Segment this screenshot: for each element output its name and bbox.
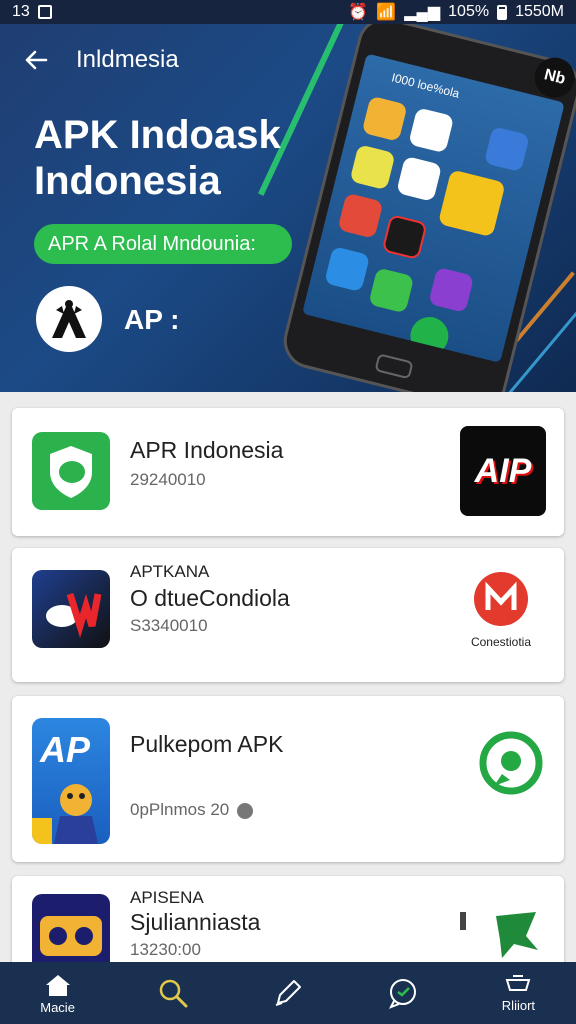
app-card[interactable]: APTKANA O dtueCondiola S3340010 Conestio… [12, 548, 564, 682]
back-arrow-icon [25, 50, 48, 70]
app-developer: APISENA [130, 888, 204, 907]
hero-banner: Inldmesia APK Indoask Indonesia APR A Ro… [0, 24, 576, 392]
alarm-icon: ⏰ [348, 4, 369, 21]
nav-edit[interactable] [230, 962, 345, 1024]
search-icon [159, 979, 188, 1008]
hero-cta-button[interactable]: APR A Rolal Mndounia: [34, 224, 292, 264]
logo-icon [52, 300, 86, 338]
svg-text:AP: AP [39, 729, 91, 770]
page-title: Inldmesia [76, 46, 179, 73]
nav-label: Rliiort [501, 997, 536, 1013]
signal-icon: ▂▄▆ [404, 4, 441, 21]
brand-badge: Conestiotia [456, 570, 546, 649]
brand-logo [36, 286, 102, 352]
app-card[interactable]: AP Pulkepom APK 0pPlnmos 20 [12, 696, 564, 862]
nav-report[interactable]: Rliiort [461, 962, 576, 1024]
app-tile-icon [408, 107, 455, 154]
nav-chat[interactable] [346, 962, 461, 1024]
back-button[interactable] [22, 46, 54, 78]
app-tile-icon [396, 155, 443, 202]
app-name: Pulkepom APK [130, 731, 284, 757]
app-tile-icon [483, 126, 530, 173]
brand-badge: AIP [460, 426, 546, 516]
nav-search[interactable] [115, 962, 230, 1024]
chat-icon [389, 979, 417, 1009]
app-meta: 29240010 [130, 470, 206, 489]
robot-icon [40, 916, 102, 956]
app-tile-icon [349, 144, 396, 191]
brand-text: AIP [474, 451, 532, 490]
brand-logo-icon [474, 572, 528, 626]
app-developer: APTKANA [130, 562, 210, 581]
m-logo-icon [46, 592, 102, 638]
app-tile-icon [381, 214, 428, 261]
app-card[interactable]: APR Indonesia 29240010 AIP [12, 408, 564, 536]
nav-label: Macie [40, 999, 75, 1015]
app-icon [32, 432, 110, 510]
app-tile-icon [368, 267, 415, 314]
phone-screen-text: I000 loe%ola [390, 70, 461, 101]
app-meta-text: 0pPlnmos 20 [130, 800, 230, 819]
app-card[interactable]: APISENA Sjulianniasta 13230:00 [12, 876, 564, 976]
nav-home[interactable]: Macie [0, 962, 115, 1024]
app-icon [32, 570, 110, 648]
brand-logo-icon [460, 912, 538, 958]
hero-title: APK Indoask Indonesia [34, 113, 281, 203]
chat-shield-icon [50, 446, 92, 498]
bottom-nav: Macie Rliiort [0, 962, 576, 1024]
mascot-icon: AP [32, 729, 98, 844]
status-bar: 13 ⏰ 📶 ▂▄▆ 105% 1550M [0, 0, 576, 24]
app-meta: 13230:00 [130, 940, 201, 959]
app-tile-icon [324, 246, 371, 293]
phone-illustration: I000 loe%ola Nb [277, 24, 576, 392]
app-name: APR Indonesia [130, 437, 284, 463]
info-icon [236, 802, 253, 819]
app-tile-icon [361, 95, 408, 142]
app-name: O dtueCondiola [130, 585, 290, 611]
hero-logo-label: AP : [124, 304, 180, 335]
status-time-left: 13 [12, 3, 30, 20]
app-tile-icon [437, 169, 506, 238]
pen-icon [275, 980, 301, 1006]
app-meta: S3340010 [130, 616, 208, 635]
app-meta: 0pPlnmos 20 [130, 800, 253, 820]
status-time-right: 1550M [515, 3, 564, 20]
app-name: Sjulianniasta [130, 909, 261, 935]
app-icon [32, 894, 110, 972]
brand-badge [476, 728, 546, 798]
app-tile-icon [337, 192, 384, 239]
app-tile-icon [428, 266, 475, 313]
cart-icon [506, 974, 531, 991]
notification-icon [37, 5, 52, 19]
app-icon: AP [32, 718, 110, 844]
home-icon [45, 974, 70, 996]
brand-text: Conestiotia [470, 635, 532, 649]
brand-badge [456, 906, 546, 966]
brand-logo-icon [479, 731, 543, 795]
battery-icon [497, 4, 508, 20]
battery-percent: 105% [448, 3, 490, 20]
wifi-icon: 📶 [376, 4, 397, 21]
